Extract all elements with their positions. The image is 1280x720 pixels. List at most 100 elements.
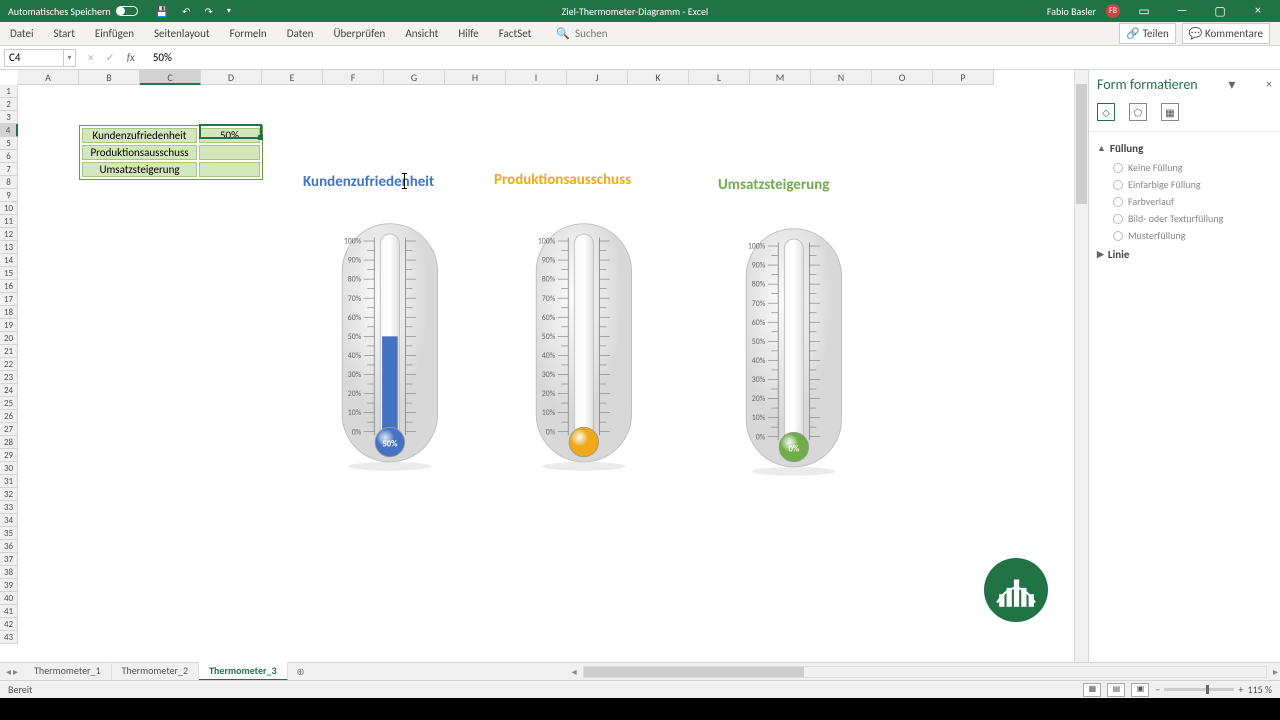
row-header[interactable]: 28	[0, 436, 18, 449]
row-header[interactable]: 42	[0, 618, 18, 631]
row-header[interactable]: 29	[0, 449, 18, 462]
ribbon-tab-hilfe[interactable]: Hilfe	[448, 23, 488, 44]
col-header[interactable]: I	[506, 70, 567, 85]
row-header[interactable]: 7	[0, 163, 18, 176]
thermometer-chart-2[interactable]: 100%90%80%70%60%50%40%30%20%10%0%	[518, 195, 648, 495]
hscroll-right-icon[interactable]: ▸	[1271, 665, 1280, 678]
row-header[interactable]: 39	[0, 579, 18, 592]
cell[interactable]	[199, 162, 260, 177]
col-header[interactable]: F	[323, 70, 384, 85]
row-header[interactable]: 10	[0, 202, 18, 215]
horizontal-scrollbar[interactable]	[583, 666, 1267, 678]
col-header[interactable]: P	[933, 70, 994, 85]
formula-input[interactable]: 50%	[147, 51, 1280, 64]
fill-option-radio[interactable]: Einfarbige Füllung	[1097, 176, 1272, 193]
row-header[interactable]: 13	[0, 241, 18, 254]
fill-option-radio[interactable]: Farbverlauf	[1097, 193, 1272, 210]
col-header[interactable]: O	[872, 70, 933, 85]
row-header[interactable]: 21	[0, 345, 18, 358]
size-tab-icon[interactable]: ▦	[1161, 103, 1179, 121]
row-header[interactable]: 33	[0, 501, 18, 514]
enter-formula-icon[interactable]: ✓	[105, 51, 114, 64]
row-header[interactable]: 14	[0, 254, 18, 267]
page-layout-view-icon[interactable]: ▤	[1107, 683, 1125, 697]
row-header[interactable]: 43	[0, 631, 18, 644]
add-sheet-button[interactable]: ⊕	[292, 665, 310, 678]
col-header[interactable]: H	[445, 70, 506, 85]
row-header[interactable]: 34	[0, 514, 18, 527]
maximize-icon[interactable]: ▢	[1206, 4, 1234, 19]
row-header[interactable]: 37	[0, 553, 18, 566]
cell[interactable]: 50%	[199, 128, 260, 143]
row-header[interactable]: 2	[0, 98, 18, 111]
row-header[interactable]: 4	[0, 124, 18, 137]
line-section-toggle[interactable]: ▶Linie	[1097, 244, 1272, 265]
toggle-switch[interactable]	[116, 6, 138, 16]
row-header[interactable]: 38	[0, 566, 18, 579]
ribbon-tab-factset[interactable]: FactSet	[489, 23, 542, 44]
sheet-tab[interactable]: Thermometer_1	[24, 662, 112, 681]
zoom-level[interactable]: 115 %	[1247, 683, 1272, 696]
row-header[interactable]: 12	[0, 228, 18, 241]
normal-view-icon[interactable]: ▦	[1083, 683, 1101, 697]
row-header[interactable]: 8	[0, 176, 18, 189]
row-header[interactable]: 19	[0, 319, 18, 332]
row-header[interactable]: 16	[0, 280, 18, 293]
ribbon-tab-seitenlayout[interactable]: Seitenlayout	[144, 23, 220, 44]
col-header[interactable]: G	[384, 70, 445, 85]
row-header[interactable]: 15	[0, 267, 18, 280]
col-header[interactable]: D	[201, 70, 262, 85]
col-header[interactable]: A	[18, 70, 79, 85]
row-header[interactable]: 31	[0, 475, 18, 488]
col-header[interactable]: E	[262, 70, 323, 85]
row-header[interactable]: 27	[0, 423, 18, 436]
pane-dropdown-icon[interactable]: ▾	[1228, 76, 1235, 93]
row-header[interactable]: 20	[0, 332, 18, 345]
row-header[interactable]: 40	[0, 592, 18, 605]
row-header[interactable]: 25	[0, 397, 18, 410]
cell[interactable]: Produktionsausschuss	[82, 145, 197, 160]
zoom-out-icon[interactable]: −	[1155, 683, 1160, 696]
row-header[interactable]: 1	[0, 85, 18, 98]
col-header[interactable]: K	[628, 70, 689, 85]
page-break-view-icon[interactable]: ▣	[1131, 683, 1149, 697]
ribbon-tab-datei[interactable]: Datei	[0, 23, 44, 44]
row-header[interactable]: 5	[0, 137, 18, 150]
col-header[interactable]: J	[567, 70, 628, 85]
row-header[interactable]: 18	[0, 306, 18, 319]
fx-icon[interactable]: fx	[127, 51, 135, 64]
ribbon-tab-formeln[interactable]: Formeln	[220, 23, 277, 44]
row-header[interactable]: 30	[0, 462, 18, 475]
save-icon[interactable]: 💾	[156, 5, 168, 18]
pane-close-icon[interactable]: ×	[1266, 78, 1272, 92]
fill-option-radio[interactable]: Bild- oder Texturfüllung	[1097, 210, 1272, 227]
name-box[interactable]: C4	[4, 49, 64, 67]
zoom-in-icon[interactable]: +	[1238, 683, 1243, 696]
autosave-toggle[interactable]: Automatisches Speichern	[0, 5, 146, 18]
ribbon-tab-einfügen[interactable]: Einfügen	[85, 23, 144, 44]
minimize-icon[interactable]: —	[1168, 4, 1196, 18]
thermometer-chart-3[interactable]: 0%100%90%80%70%60%50%40%30%20%10%0%	[728, 200, 858, 500]
row-header[interactable]: 24	[0, 384, 18, 397]
user-avatar[interactable]: FB	[1106, 4, 1120, 18]
row-header[interactable]: 41	[0, 605, 18, 618]
row-header[interactable]: 22	[0, 358, 18, 371]
fill-section-toggle[interactable]: ▲Füllung	[1097, 138, 1272, 159]
col-header[interactable]: M	[750, 70, 811, 85]
sheet-tab[interactable]: Thermometer_2	[112, 662, 200, 681]
col-header[interactable]: L	[689, 70, 750, 85]
cells-area[interactable]: Kundenzufriedenheit50%Produktionsausschu…	[18, 85, 1088, 662]
col-header[interactable]: N	[811, 70, 872, 85]
row-header[interactable]: 35	[0, 527, 18, 540]
data-table[interactable]: Kundenzufriedenheit50%Produktionsausschu…	[79, 125, 263, 180]
comments-button[interactable]: 💬 Kommentare	[1182, 23, 1270, 44]
cancel-formula-icon[interactable]: ×	[88, 51, 93, 64]
column-headers[interactable]: ABCDEFGHIJKLMNOP	[18, 70, 994, 85]
zoom-slider[interactable]	[1164, 688, 1234, 691]
cell[interactable]: Umsatzsteigerung	[82, 162, 197, 177]
worksheet[interactable]: ABCDEFGHIJKLMNOP 12345678910111213141516…	[0, 70, 1088, 662]
hscroll-left-icon[interactable]: ◂	[570, 665, 579, 678]
ribbon-tab-überprüfen[interactable]: Überprüfen	[323, 23, 395, 44]
name-box-dropdown[interactable]: ▾	[64, 49, 76, 67]
fill-line-tab-icon[interactable]: ◇	[1097, 103, 1115, 121]
